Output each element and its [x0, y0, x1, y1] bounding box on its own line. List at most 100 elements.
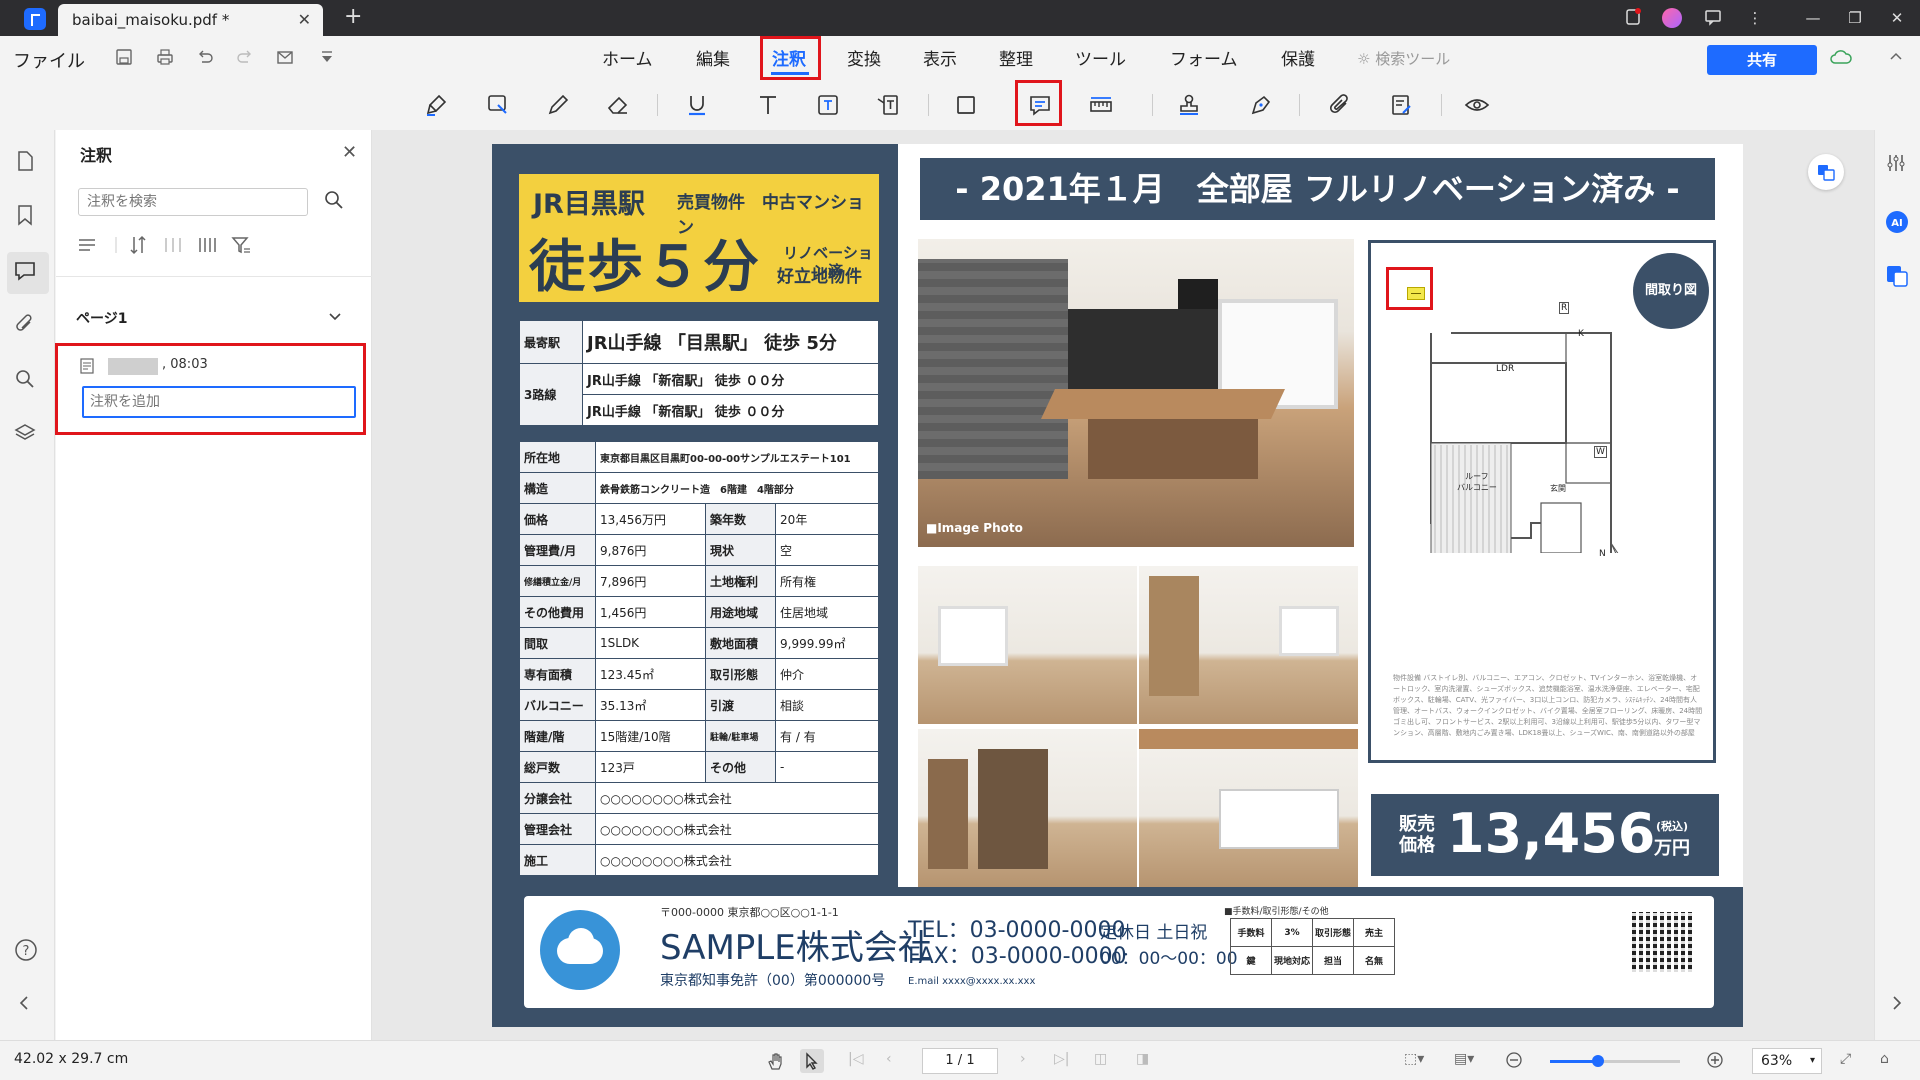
- area-highlight-icon[interactable]: [481, 88, 515, 122]
- eye-icon[interactable]: [1459, 88, 1493, 122]
- layers-icon[interactable]: [14, 422, 40, 448]
- display-mode-icon[interactable]: ▤▾: [1454, 1051, 1474, 1071]
- kitchen-label: K: [1578, 329, 1584, 339]
- hand-tool-icon[interactable]: [766, 1051, 786, 1071]
- svg-text:?: ?: [23, 944, 30, 959]
- file-menu[interactable]: ファイル: [13, 47, 85, 73]
- company-table: 分譲会社 ○○○○○○○○株式会社 管理会社 ○○○○○○○○株式会社 施工 ○○○○○○…: [519, 782, 879, 876]
- pdf-page[interactable]: JR目黒駅 売買物件 中古マンション 徒歩５分 リノベーション済 好立地物件 最…: [492, 144, 1743, 1027]
- properties-icon[interactable]: [1885, 152, 1911, 178]
- text-icon[interactable]: [751, 88, 785, 122]
- prev-page-icon[interactable]: ‹: [886, 1051, 906, 1071]
- document-tab[interactable]: baibai_maisoku.pdf * ✕: [58, 4, 323, 36]
- print-icon[interactable]: [156, 48, 176, 68]
- feedback-icon[interactable]: [1704, 8, 1724, 28]
- nav-protect[interactable]: 保護: [1281, 45, 1315, 70]
- zoom-level-select[interactable]: 63% ▾: [1752, 1048, 1822, 1074]
- tab-close-icon[interactable]: ✕: [298, 4, 311, 36]
- renovation-headline: - 2021年１月 全部屋 フルリノベーション済み -: [920, 158, 1715, 220]
- redo-icon[interactable]: [236, 48, 256, 68]
- underline-icon[interactable]: [680, 88, 714, 122]
- annotation-search-input[interactable]: [78, 188, 308, 216]
- save-icon[interactable]: [115, 48, 135, 68]
- last-page-icon[interactable]: ▷|: [1054, 1051, 1074, 1071]
- fee-cell: 3%: [1271, 918, 1313, 947]
- measure-icon[interactable]: [1084, 88, 1118, 122]
- translate-float-icon[interactable]: [1808, 154, 1844, 190]
- nav-convert[interactable]: 変換: [847, 45, 881, 70]
- fullscreen-icon[interactable]: ⤢: [1840, 1051, 1860, 1071]
- attachment-panel-icon[interactable]: [14, 313, 40, 339]
- more-options-icon[interactable]: ⋮: [1745, 8, 1765, 28]
- nav-form[interactable]: フォーム: [1170, 45, 1238, 70]
- share-button[interactable]: 共有: [1707, 45, 1817, 75]
- notification-icon[interactable]: [1624, 8, 1644, 28]
- new-tab-icon[interactable]: +: [344, 4, 362, 29]
- annotation-toolbar: [0, 80, 1920, 130]
- search-panel-icon[interactable]: [14, 368, 40, 394]
- spec-value: 15階建/10階: [594, 720, 707, 752]
- close-window-icon[interactable]: ✕: [1887, 8, 1907, 28]
- page-group-label[interactable]: ページ1: [76, 308, 127, 328]
- list-view-icon[interactable]: [76, 234, 100, 258]
- zoom-slider-handle[interactable]: [1592, 1055, 1604, 1067]
- spec-value: 35.13㎡: [594, 689, 707, 721]
- spec-value: 相談: [775, 689, 879, 721]
- stamp-icon[interactable]: [1172, 88, 1206, 122]
- spec-value: 所有権: [775, 565, 879, 597]
- rectangle-icon[interactable]: [950, 88, 984, 122]
- nav-edit[interactable]: 編集: [696, 45, 730, 70]
- search-icon[interactable]: [324, 190, 344, 210]
- sort-icon[interactable]: [128, 234, 152, 258]
- collapse-all-icon[interactable]: [196, 234, 220, 258]
- fit-width-icon[interactable]: ◨: [1136, 1051, 1156, 1071]
- ai-assistant-icon[interactable]: AI: [1885, 210, 1911, 236]
- chevron-down-icon[interactable]: [328, 310, 342, 324]
- zoom-in-icon[interactable]: [1706, 1051, 1726, 1071]
- comment-panel-icon[interactable]: [14, 260, 40, 286]
- filter-icon[interactable]: [230, 234, 254, 258]
- signature-icon[interactable]: [1244, 88, 1278, 122]
- pencil-icon[interactable]: [541, 88, 575, 122]
- highlight-icon[interactable]: [420, 88, 454, 122]
- fee-cell: 取引形態: [1312, 918, 1354, 947]
- next-page-icon[interactable]: ›: [1020, 1051, 1040, 1071]
- undo-icon[interactable]: [196, 48, 216, 68]
- nav-home[interactable]: ホーム: [602, 45, 653, 70]
- collapse-sidebar-icon[interactable]: [14, 992, 40, 1018]
- price-label: 販売 価格: [1399, 814, 1435, 856]
- select-tool-icon[interactable]: [800, 1049, 824, 1073]
- customize-dropdown-icon[interactable]: [318, 48, 338, 68]
- text-box-icon[interactable]: [811, 88, 845, 122]
- nav-tools[interactable]: ツール: [1075, 45, 1126, 70]
- avatar[interactable]: [1662, 8, 1682, 28]
- nav-organize[interactable]: 整理: [999, 45, 1033, 70]
- page-number-field[interactable]: 1 / 1: [922, 1048, 998, 1074]
- panel-close-icon[interactable]: ✕: [342, 142, 357, 163]
- translate-icon[interactable]: [1885, 264, 1911, 290]
- help-icon[interactable]: ?: [14, 938, 40, 964]
- text-callout-icon[interactable]: [871, 88, 905, 122]
- eraser-icon[interactable]: [601, 88, 635, 122]
- highlight-box-comment: [55, 343, 366, 435]
- expand-all-icon[interactable]: [162, 234, 186, 258]
- page-layout-icon[interactable]: ⬚▾: [1404, 1051, 1424, 1071]
- bookmark-icon[interactable]: [14, 204, 40, 230]
- tool-settings-icon[interactable]: ⌂: [1880, 1051, 1900, 1071]
- fit-page-icon[interactable]: ◫: [1094, 1051, 1114, 1071]
- cloud-sync-icon[interactable]: [1830, 48, 1852, 68]
- collapse-ribbon-icon[interactable]: [1888, 48, 1908, 68]
- expand-right-panel-icon[interactable]: [1885, 992, 1911, 1018]
- minimize-icon[interactable]: —: [1803, 8, 1823, 28]
- app-logo-icon[interactable]: [24, 8, 46, 30]
- company-license: 東京都知事免許（00）第000000号: [660, 973, 886, 989]
- form-field-icon[interactable]: [1384, 88, 1418, 122]
- first-page-icon[interactable]: |◁: [848, 1051, 868, 1071]
- search-tool-button[interactable]: ☼ 検索ツール: [1357, 48, 1450, 69]
- page-thumbnail-icon[interactable]: [14, 150, 40, 176]
- nav-view[interactable]: 表示: [923, 45, 957, 70]
- restore-icon[interactable]: ❐: [1845, 8, 1865, 28]
- attachment-icon[interactable]: [1323, 88, 1357, 122]
- mail-icon[interactable]: [276, 48, 296, 68]
- zoom-out-icon[interactable]: [1505, 1051, 1525, 1071]
